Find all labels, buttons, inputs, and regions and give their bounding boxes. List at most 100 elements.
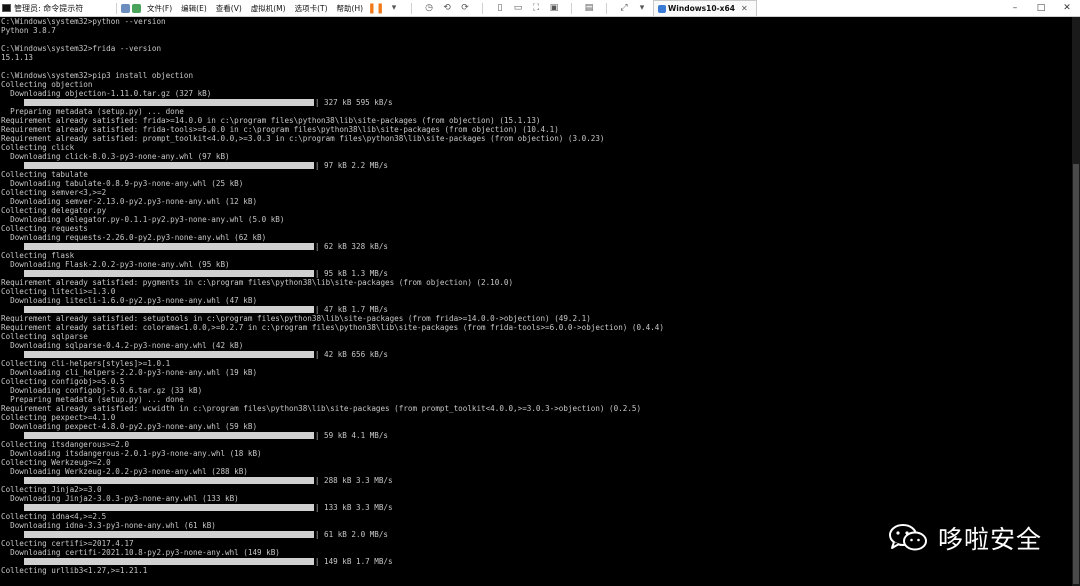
progress-bar [23,504,314,511]
progress-bar [23,162,314,169]
console-line: Downloading litecli-1.6.0-py2.py3-none-a… [1,296,258,305]
revert-snapshot-icon[interactable]: ⟲ [442,3,452,13]
console-line: Requirement already satisfied: frida>=14… [1,116,541,125]
console-line: Downloading Werkzeug-2.0.2-py3-none-any.… [1,467,248,476]
window-title-area: 管理员: 命令提示符 [0,3,112,14]
snapshot-manager-icon[interactable]: ⟳ [460,3,470,13]
pause-icon[interactable]: ❚❚ [368,3,385,14]
window-title: 管理员: 命令提示符 [14,3,84,13]
dropdown-arrow-icon[interactable]: ▾ [389,3,399,13]
console-line: Collecting cli-helpers[styles]>=1.0.1 [1,359,171,368]
console-line: Collecting configobj>=5.0.5 [1,377,125,386]
console-line: Collecting delegator.py [1,206,107,215]
console-line: Collecting itsdangerous>=2.0 [1,440,130,449]
progress-bar [23,477,314,484]
console-line: Downloading Jinja2-3.0.3-py3-none-any.wh… [1,494,239,503]
progress-text: | 61 kB 2.0 MB/s [314,530,389,539]
snapshot-icon[interactable]: ◷ [424,3,434,13]
progress-line: | 97 kB 2.2 MB/s [0,161,1072,170]
progress-text: | 149 kB 1.7 MB/s [314,557,393,566]
vm-icon [658,4,667,13]
scrollbar[interactable] [1072,17,1080,586]
dropdown-arrow-icon[interactable]: ▾ [637,3,647,13]
divider [411,2,413,14]
console-line: Requirement already satisfied: wcwidth i… [1,404,642,413]
console-line: Downloading click-8.0.3-py3-none-any.whl… [1,152,230,161]
console-line: Downloading pexpect-4.8.0-py2.py3-none-a… [1,422,258,431]
home-icon[interactable] [132,3,141,13]
progress-line: | 62 kB 328 kB/s [0,242,1072,251]
minimize-icon[interactable]: – [1002,0,1028,16]
menu-vm[interactable]: 虚拟机(M) [251,3,286,14]
console-line: Downloading Flask-2.0.2-py3-none-any.whl… [1,260,230,269]
terminal-output[interactable]: C:\Windows\system32>python --version Pyth… [0,17,1072,586]
maximize-icon[interactable]: □ [1028,0,1054,16]
progress-bar [23,531,314,538]
thumbnail-bar-icon[interactable]: ▭ [513,3,523,13]
progress-bar [23,351,314,358]
console-view-icon[interactable]: ▤ [584,3,594,13]
console-line: Collecting sqlparse [1,332,88,341]
menu-edit[interactable]: 编辑(E) [181,3,207,14]
progress-text: | 42 kB 656 kB/s [314,350,389,359]
stretch-guest-icon[interactable]: ⤢ [619,3,629,13]
menu-tabs[interactable]: 选项卡(T) [295,3,328,14]
console-line: Collecting objection [1,80,93,89]
progress-line: | 42 kB 656 kB/s [0,350,1072,359]
progress-line: | 149 kB 1.7 MB/s [0,557,1072,566]
console-line: Preparing metadata (setup.py) ... done [1,395,184,404]
progress-line: | 133 kB 3.3 MB/s [0,503,1072,512]
fullscreen-icon[interactable]: ⛶ [531,3,541,13]
progress-text: | 95 kB 1.3 MB/s [314,269,389,278]
console-line: Collecting Werkzeug>=2.0 [1,458,111,467]
console-line: Requirement already satisfied: prompt_to… [1,134,605,143]
window-controls: – □ ✕ [1002,0,1080,16]
scrollbar-thumb[interactable] [1073,164,1079,584]
progress-line: | 95 kB 1.3 MB/s [0,269,1072,278]
console-line: Downloading cli_helpers-2.2.0-py3-none-a… [1,368,258,377]
library-icon[interactable] [121,3,130,13]
console-line: Collecting pexpect>=4.1.0 [1,413,116,422]
close-icon[interactable]: ✕ [741,4,748,13]
console-line: Collecting flask [1,251,75,260]
console-line: Collecting semver<3,>=2 [1,188,107,197]
menu-view[interactable]: 查看(V) [216,3,242,14]
console-line: Python 3.8.7 [1,26,56,35]
console-line: Collecting requests [1,224,88,233]
console-line: Downloading requests-2.26.0-py2.py3-none… [1,233,267,242]
vmware-toolbar: 管理员: 命令提示符 文件(F) 编辑(E) 查看(V) 虚拟机(M) 选项卡(… [0,0,1080,17]
watermark: 哆啦安全 [888,520,1042,556]
progress-bar [23,558,314,565]
unity-icon[interactable]: ▣ [549,3,559,13]
progress-bar [23,99,314,106]
console-line: Preparing metadata (setup.py) ... done [1,107,184,116]
progress-text: | 327 kB 595 kB/s [314,98,393,107]
tab-vm[interactable]: Windows10-x64 ✕ [653,0,757,16]
progress-text: | 97 kB 2.2 MB/s [314,161,389,170]
menu-help[interactable]: 帮助(H) [337,3,364,14]
console-line: Requirement already satisfied: frida-too… [1,125,559,134]
progress-line: | 288 kB 3.3 MB/s [0,476,1072,485]
console-line: Collecting Jinja2>=3.0 [1,485,102,494]
divider [571,2,573,14]
progress-bar [23,270,314,277]
progress-text: | 62 kB 328 kB/s [314,242,389,251]
console-line: Collecting tabulate [1,170,88,179]
console-line: Downloading delegator.py-0.1.1-py2.py3-n… [1,215,285,224]
sidebar-toggle-icon[interactable]: ▯ [495,3,505,13]
console-line: Downloading sqlparse-0.4.2-py3-none-any.… [1,341,244,350]
progress-text: | 59 kB 4.1 MB/s [314,431,389,440]
progress-bar [23,306,314,313]
progress-text: | 288 kB 3.3 MB/s [314,476,393,485]
progress-line: | 327 kB 595 kB/s [0,98,1072,107]
menu-file[interactable]: 文件(F) [147,3,172,14]
console-line: 15.1.13 [1,53,34,62]
close-icon[interactable]: ✕ [1054,0,1080,16]
console-line: Downloading objection-1.11.0.tar.gz (327… [1,89,212,98]
divider [116,2,117,14]
console-line: C:\Windows\system32>pip3 install objecti… [1,71,194,80]
console-line: Downloading configobj-5.0.6.tar.gz (33 k… [1,386,203,395]
tab-vm-label: Windows10-x64 [668,4,735,13]
